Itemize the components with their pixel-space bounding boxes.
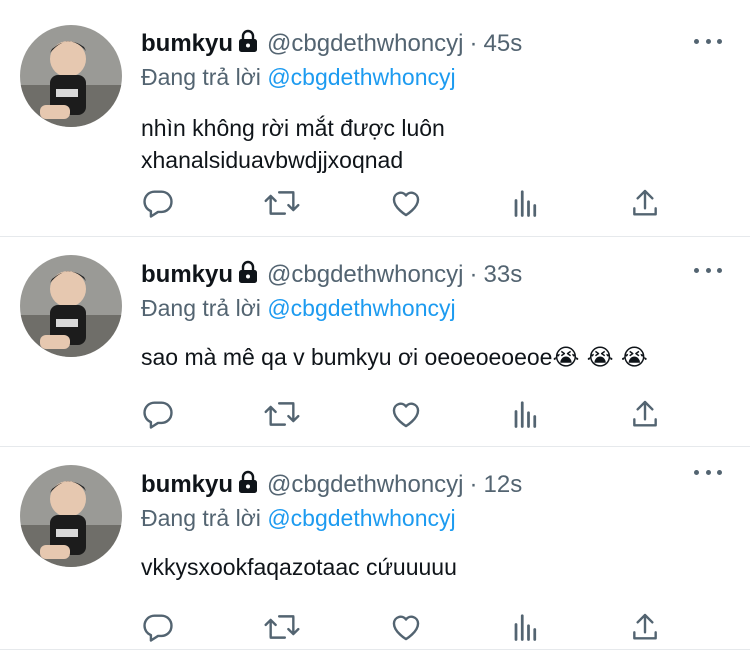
tweet-header: bumkyu @cbgdethwhoncyj · 33s — [141, 259, 726, 291]
replying-to-label: Đang trả lời — [141, 295, 261, 321]
tweet-content: bumkyu @cbgdethwhoncyj · 33s Đang trả lờ… — [141, 259, 726, 374]
tweet-actions — [141, 186, 661, 220]
tweet-text-line: nhìn không rời mắt được luôn — [141, 115, 445, 141]
analytics-icon[interactable] — [511, 399, 541, 429]
display-name[interactable]: bumkyu — [141, 30, 233, 58]
more-icon[interactable] — [694, 464, 722, 480]
timestamp[interactable]: 12s — [484, 471, 523, 499]
timestamp[interactable]: 45s — [484, 30, 523, 58]
tweet-content: bumkyu @cbgdethwhoncyj · 12s Đang trả lờ… — [141, 469, 726, 583]
lock-icon — [237, 29, 259, 60]
user-handle[interactable]: @cbgdethwhoncyj — [267, 30, 463, 58]
retweet-icon[interactable] — [263, 186, 301, 220]
tweet[interactable]: bumkyu @cbgdethwhoncyj · 33s Đang trả lờ… — [0, 237, 750, 447]
reply-mention-link[interactable]: @cbgdethwhoncyj — [267, 295, 455, 321]
share-icon[interactable] — [629, 187, 661, 219]
reply-mention-link[interactable]: @cbgdethwhoncyj — [267, 505, 455, 531]
reply-feed: bumkyu @cbgdethwhoncyj · 45s Đang trả lờ… — [0, 0, 750, 650]
reply-icon[interactable] — [141, 186, 175, 220]
separator: · — [469, 30, 478, 57]
tweet-header: bumkyu @cbgdethwhoncyj · 12s — [141, 469, 726, 501]
crying-emoji: 😭 😭 😭 — [552, 345, 648, 371]
more-icon[interactable] — [694, 33, 722, 49]
tweet[interactable]: bumkyu @cbgdethwhoncyj · 45s Đang trả lờ… — [0, 0, 750, 237]
tweet-actions — [141, 397, 661, 431]
heart-icon[interactable] — [389, 397, 423, 431]
tweet-text-line: xhanalsiduavbwdjjxoqnad — [141, 147, 404, 173]
tweet-text-line: sao mà mê qa v bumkyu ơi oeoeoeoeoe — [141, 344, 553, 370]
tweet-text: sao mà mê qa v bumkyu ơi oeoeoeoeoe😭 😭 😭 — [141, 341, 726, 374]
tweet[interactable]: bumkyu @cbgdethwhoncyj · 12s Đang trả lờ… — [0, 447, 750, 650]
analytics-icon[interactable] — [511, 188, 541, 218]
replying-to-label: Đang trả lời — [141, 64, 261, 90]
retweet-icon[interactable] — [263, 397, 301, 431]
lock-icon — [237, 470, 259, 501]
reply-icon[interactable] — [141, 397, 175, 431]
tweet-text-line: vkkysxookfaqazotaac cứuuuuu — [141, 554, 457, 580]
analytics-icon[interactable] — [511, 612, 541, 642]
heart-icon[interactable] — [389, 610, 423, 644]
more-icon[interactable] — [694, 262, 722, 278]
user-handle[interactable]: @cbgdethwhoncyj — [267, 261, 463, 289]
reply-mention-link[interactable]: @cbgdethwhoncyj — [267, 64, 455, 90]
tweet-text: vkkysxookfaqazotaac cứuuuuu — [141, 551, 726, 583]
replying-to-label: Đang trả lời — [141, 505, 261, 531]
reply-icon[interactable] — [141, 610, 175, 644]
share-icon[interactable] — [629, 398, 661, 430]
tweet-header: bumkyu @cbgdethwhoncyj · 45s — [141, 28, 726, 60]
share-icon[interactable] — [629, 611, 661, 643]
retweet-icon[interactable] — [263, 610, 301, 644]
display-name[interactable]: bumkyu — [141, 471, 233, 499]
avatar[interactable] — [20, 255, 122, 357]
separator: · — [469, 261, 478, 288]
tweet-text: nhìn không rời mắt được luôn xhanalsidua… — [141, 112, 726, 176]
tweet-content: bumkyu @cbgdethwhoncyj · 45s Đang trả lờ… — [141, 28, 726, 176]
heart-icon[interactable] — [389, 186, 423, 220]
replying-to: Đang trả lời @cbgdethwhoncyj — [141, 61, 726, 93]
separator: · — [469, 471, 478, 498]
lock-icon — [237, 260, 259, 291]
user-handle[interactable]: @cbgdethwhoncyj — [267, 471, 463, 499]
replying-to: Đang trả lời @cbgdethwhoncyj — [141, 292, 726, 324]
display-name[interactable]: bumkyu — [141, 261, 233, 289]
avatar[interactable] — [20, 25, 122, 127]
tweet-actions — [141, 610, 661, 644]
timestamp[interactable]: 33s — [484, 261, 523, 289]
replying-to: Đang trả lời @cbgdethwhoncyj — [141, 502, 726, 534]
avatar[interactable] — [20, 465, 122, 567]
